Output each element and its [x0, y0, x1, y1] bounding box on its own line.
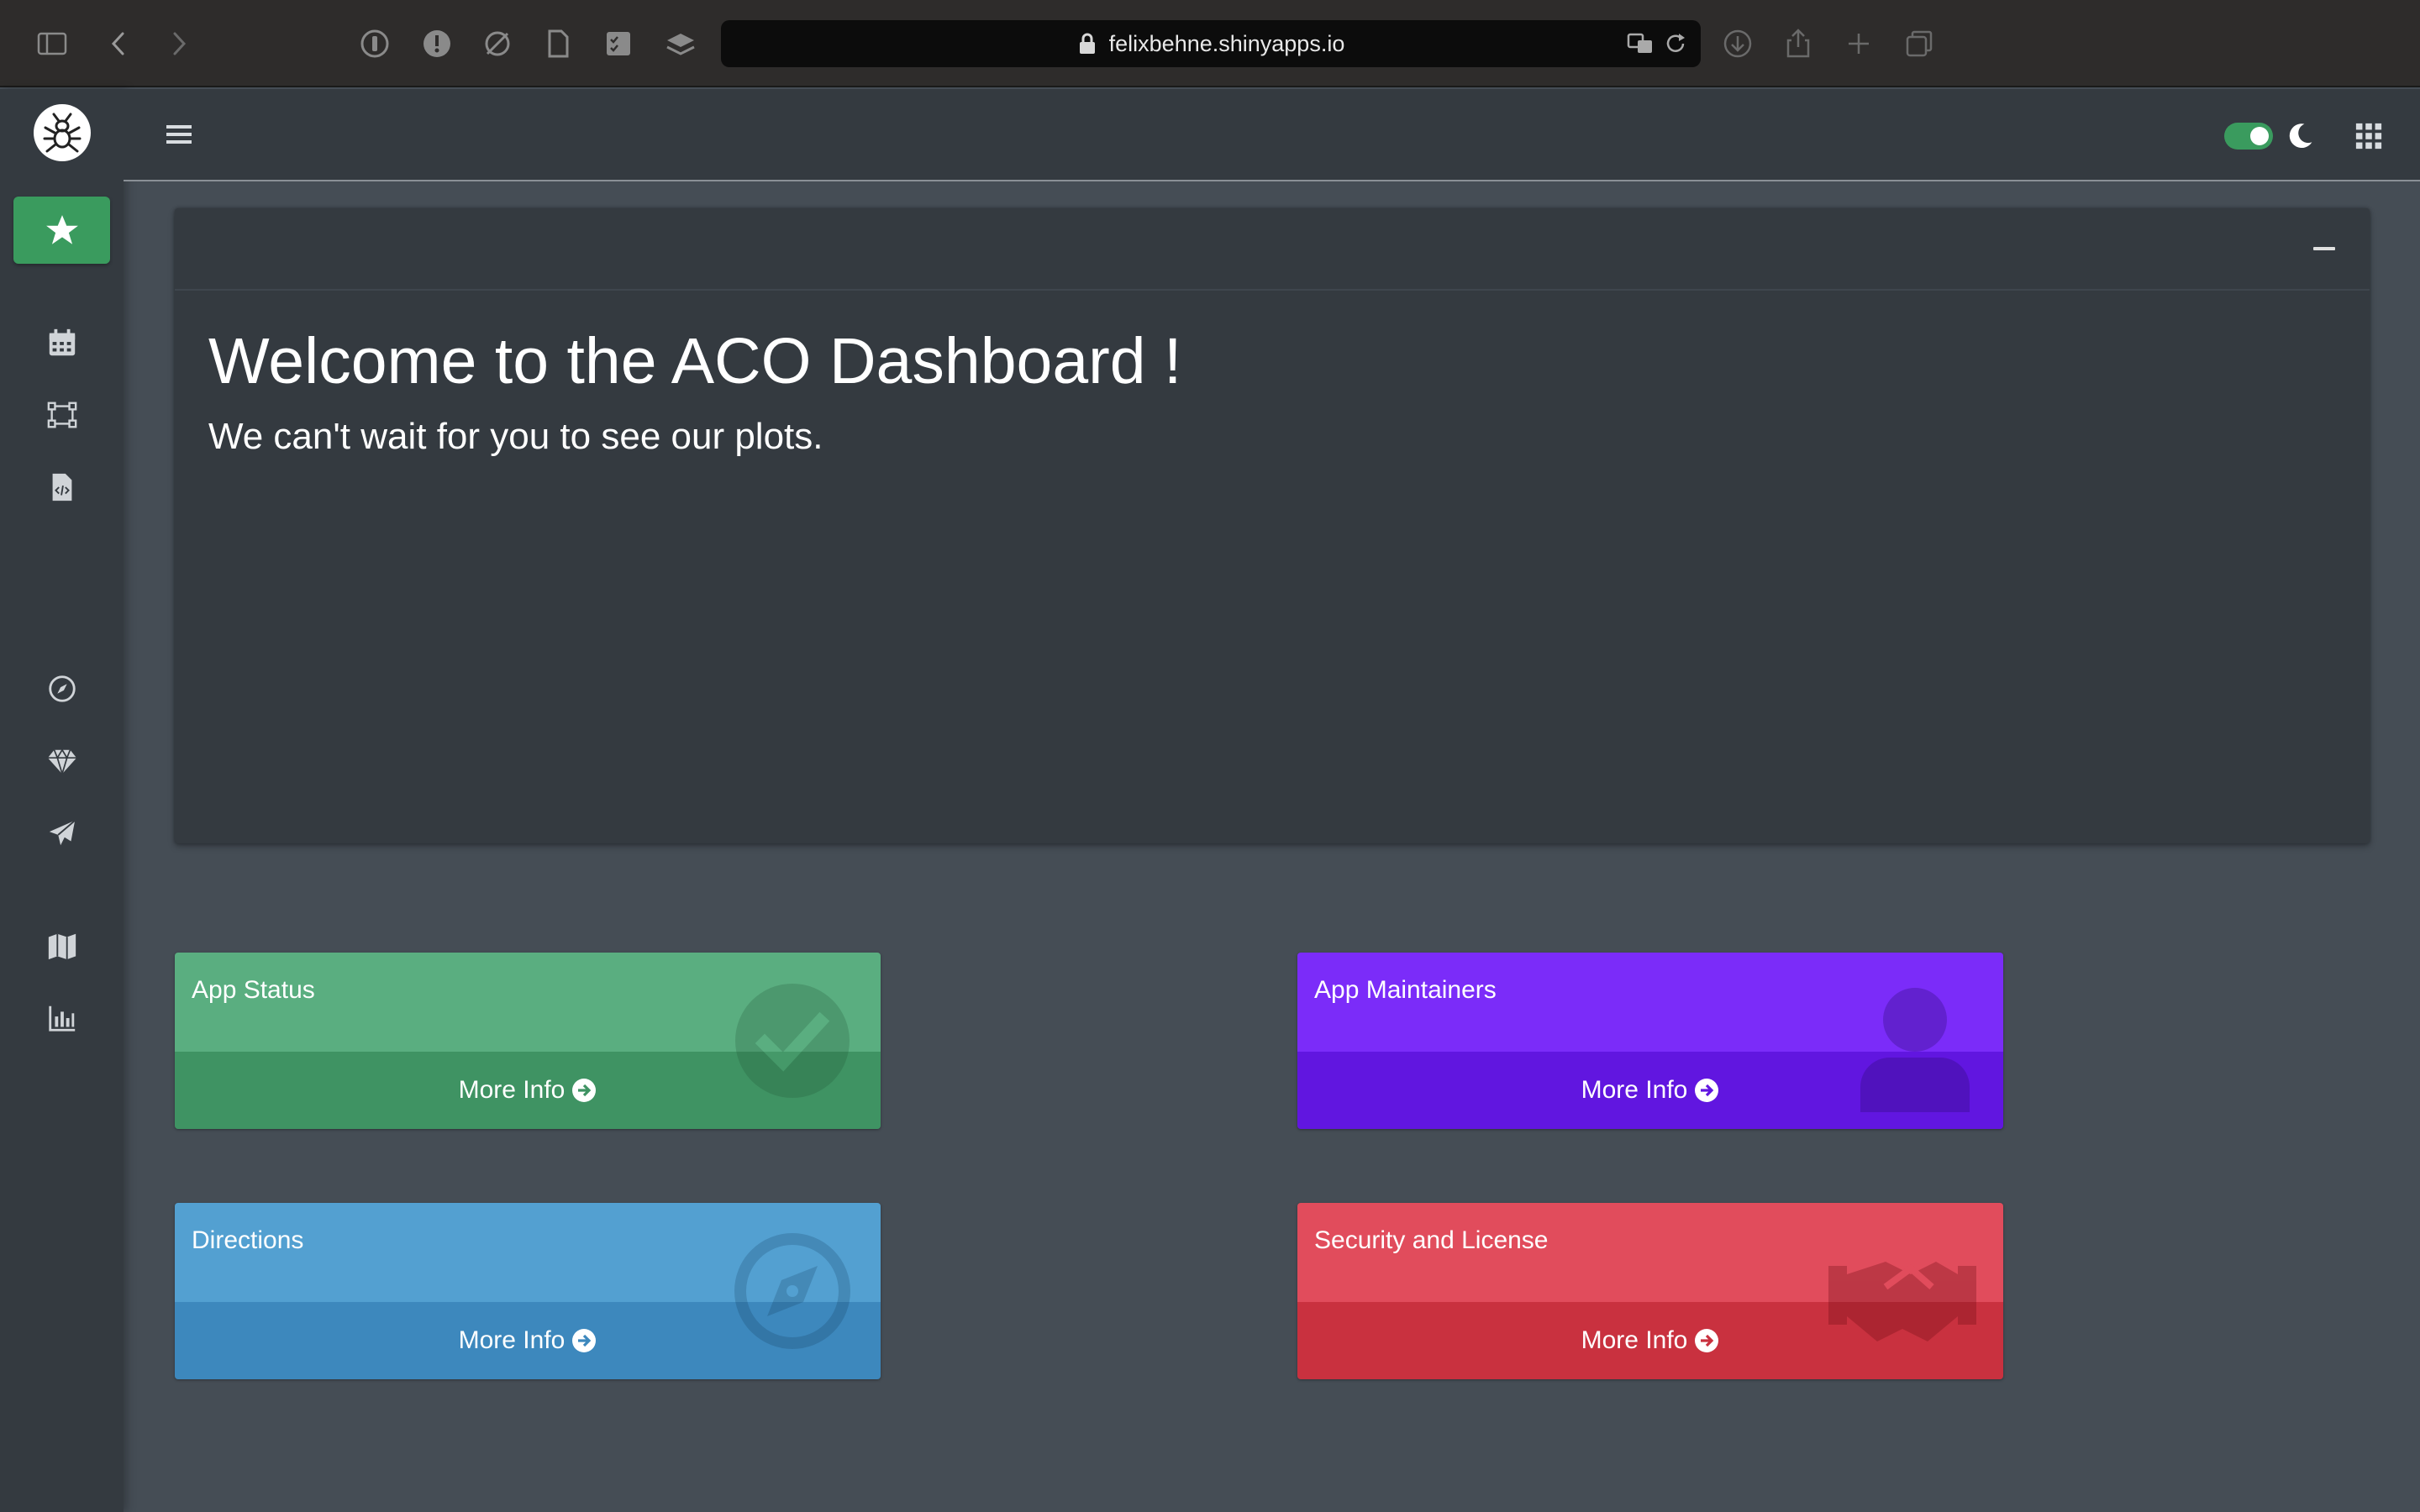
info-box-title: App Status: [192, 976, 315, 1004]
more-info-label: More Info: [458, 1076, 566, 1104]
translate-icon[interactable]: [1623, 29, 1657, 59]
arrow-circle-right-icon: [572, 1329, 597, 1352]
ant-logo-icon[interactable]: [34, 104, 91, 161]
sidebar-item-send[interactable]: [44, 815, 81, 852]
forward-icon[interactable]: [160, 25, 197, 62]
info-box-app-maintainers: App Maintainers More Info: [1297, 953, 2003, 1129]
reload-icon[interactable]: [1659, 29, 1692, 59]
map-icon: [48, 933, 76, 960]
password-manager-icon[interactable]: [356, 25, 393, 62]
menu-toggle-icon[interactable]: [162, 118, 196, 151]
star-icon: [45, 215, 78, 244]
info-box-app-status: App Status More Info: [175, 953, 881, 1129]
sidebar-item-diamond[interactable]: [44, 743, 81, 780]
code-file-icon: [52, 473, 72, 501]
checklist-icon[interactable]: [600, 25, 637, 62]
sidebar-item-code-file[interactable]: [44, 469, 81, 506]
more-info-label: More Info: [1581, 1076, 1688, 1104]
browser-toolbar: felixbehne.shinyapps.io: [0, 0, 2420, 87]
new-tab-icon[interactable]: [1840, 25, 1877, 62]
network-icon: [47, 402, 77, 428]
download-icon[interactable]: [1719, 25, 1756, 62]
arrow-circle-right-icon: [1695, 1329, 1719, 1352]
sidebar-item-network[interactable]: [44, 396, 81, 433]
moon-icon: [2283, 119, 2317, 153]
compass-icon: [734, 1233, 850, 1349]
sidebar-item-map[interactable]: [44, 927, 81, 964]
arrow-circle-right-icon: [1695, 1079, 1719, 1102]
more-info-label: More Info: [1581, 1326, 1688, 1354]
minus-icon: [2313, 247, 2335, 250]
welcome-card: Welcome to the ACO Dashboard ! We can't …: [175, 208, 2370, 843]
address-bar[interactable]: felixbehne.shinyapps.io: [721, 20, 1701, 67]
user-icon: [1860, 988, 1970, 1112]
dark-mode-toggle[interactable]: [2224, 123, 2273, 150]
calendar-icon: [49, 328, 76, 356]
sidebar-item-directions[interactable]: [44, 670, 81, 707]
handshake-icon: [1828, 1262, 1976, 1341]
url-text: felixbehne.shinyapps.io: [1108, 30, 1345, 56]
compass-icon: [49, 675, 76, 702]
card-header: [175, 208, 2370, 291]
sidebar-toggle-icon[interactable]: [34, 25, 71, 62]
document-icon[interactable]: [539, 25, 576, 62]
info-box-title: Security and License: [1314, 1226, 1549, 1254]
lock-icon: [1079, 33, 1095, 54]
sidebar-item-chart[interactable]: [44, 1000, 81, 1037]
sidebar-item-home[interactable]: [13, 197, 110, 264]
paper-plane-icon: [49, 820, 76, 846]
info-box-title: App Maintainers: [1314, 976, 1497, 1004]
layers-icon[interactable]: [662, 25, 699, 62]
sidebar: [0, 89, 124, 1512]
share-icon[interactable]: [1780, 25, 1817, 62]
tracker-blocker-icon[interactable]: [479, 25, 516, 62]
info-box-directions: Directions More Info: [175, 1203, 881, 1379]
bar-chart-icon: [49, 1005, 76, 1032]
tab-overview-icon[interactable]: [1901, 25, 1938, 62]
gem-icon: [47, 748, 77, 777]
check-circle-icon: [735, 984, 850, 1098]
collapse-button[interactable]: [2312, 244, 2336, 254]
back-icon[interactable]: [101, 25, 138, 62]
top-navbar: [124, 89, 2420, 181]
page-title: Welcome to the ACO Dashboard !: [208, 325, 1182, 397]
info-box-security-license: Security and License More Info: [1297, 1203, 2003, 1379]
alert-icon[interactable]: [418, 25, 455, 62]
sidebar-item-calendar[interactable]: [44, 324, 81, 361]
info-box-title: Directions: [192, 1226, 304, 1254]
more-info-label: More Info: [458, 1326, 566, 1354]
arrow-circle-right-icon: [572, 1079, 597, 1102]
page-subtitle: We can't wait for you to see our plots.: [208, 416, 823, 457]
apps-grid-icon[interactable]: [2352, 119, 2386, 153]
